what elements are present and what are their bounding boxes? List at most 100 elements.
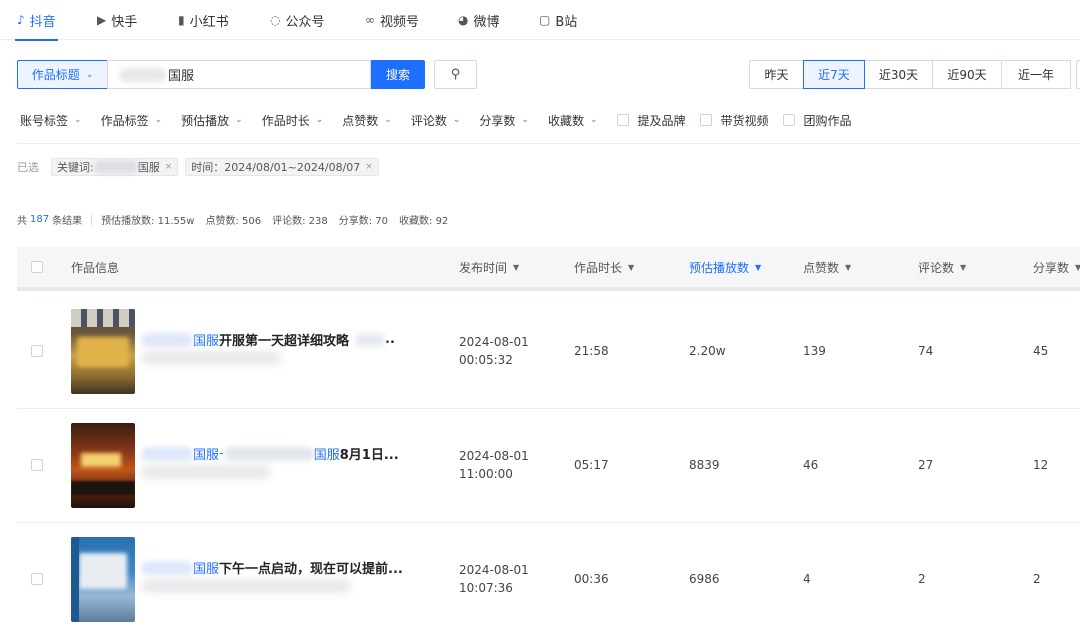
row-checkbox[interactable] bbox=[31, 345, 43, 357]
checkbox[interactable] bbox=[782, 114, 795, 126]
keyword-value: 国服 bbox=[137, 161, 160, 174]
col-likes[interactable]: 点赞数 ▼ bbox=[803, 247, 851, 287]
result-summary: 共 187 条结果 预估播放数: 11.55w 点赞数: 506 评论数: 23… bbox=[17, 212, 459, 227]
close-icon[interactable]: × bbox=[365, 162, 373, 172]
table-row[interactable]: 国服 - 国服 8月1日... 2024-08-01 11:00:00 05:1… bbox=[17, 409, 1080, 523]
publish-time: 10:07:36 bbox=[459, 581, 513, 595]
tab-kuaishou[interactable]: ▶ 快手 bbox=[97, 0, 137, 40]
select-all-checkbox[interactable] bbox=[31, 261, 43, 273]
wechat-official-icon: ◌ bbox=[270, 13, 281, 27]
tab-douyin[interactable]: ♪ 抖音 bbox=[15, 0, 58, 41]
sort-icon: ▼ bbox=[628, 262, 635, 272]
chevron-down-icon: ⌄ bbox=[521, 115, 529, 125]
search-field-select[interactable]: 作品标题 ⌄ bbox=[17, 60, 107, 89]
date-last-7-days[interactable]: 近7天 bbox=[803, 60, 865, 89]
filter-label: 评论数 bbox=[410, 113, 447, 128]
checkbox-group-buy[interactable]: 团购作品 bbox=[782, 112, 852, 129]
filter-work-tag[interactable]: 作品标签 ⌄ bbox=[101, 112, 163, 129]
col-label: 发布时间 bbox=[459, 260, 508, 275]
duration-cell: 05:17 bbox=[574, 458, 609, 472]
col-label: 评论数 bbox=[918, 260, 955, 275]
publish-time: 11:00:00 bbox=[459, 467, 513, 481]
filter-account-tag[interactable]: 账号标签 ⌄ bbox=[20, 112, 82, 129]
video-title[interactable]: 国服 - 国服 8月1日... bbox=[141, 444, 399, 463]
thumbnail-art bbox=[79, 553, 127, 589]
filter-favorites[interactable]: 收藏数 ⌄ bbox=[548, 112, 598, 129]
video-title[interactable]: 国服 下午一点启动，现在可以提前... bbox=[141, 558, 403, 577]
filter-label: 收藏数 bbox=[547, 113, 584, 128]
title-keyword: 国服 bbox=[193, 562, 220, 577]
close-icon[interactable]: × bbox=[165, 162, 173, 172]
table-header: 作品信息 发布时间 ▼ 作品时长 ▼ 预估播放数 ▼ 点赞数 ▼ 评论数 ▼ 分享数 ▼ bbox=[17, 247, 1080, 291]
row-checkbox[interactable] bbox=[31, 573, 43, 585]
chevron-down-icon: ⌄ bbox=[74, 115, 82, 125]
table-row[interactable]: 国服 开服第一天超详细攻略 .. 2024-08-01 00:05:32 21:… bbox=[17, 295, 1080, 409]
filter-shares[interactable]: 分享数 ⌄ bbox=[479, 112, 529, 129]
tab-label: 小红书 bbox=[189, 14, 229, 30]
table-row[interactable]: 国服 下午一点启动，现在可以提前... 2024-08-01 10:07:36 … bbox=[17, 523, 1080, 633]
publish-date: 2024-08-01 bbox=[459, 563, 529, 577]
plays-cell: 6986 bbox=[689, 572, 720, 586]
plays-cell: 8839 bbox=[689, 458, 720, 472]
search-button[interactable]: 搜索 bbox=[371, 60, 425, 89]
search-input[interactable]: 国服 bbox=[107, 60, 371, 89]
selected-filters: 已选 关键词: 国服 × 时间：2024/08/01~2024/08/07 × bbox=[17, 158, 386, 176]
date-last-90-days[interactable]: 近90天 bbox=[932, 60, 1002, 89]
filter-est-plays[interactable]: 预估播放 ⌄ bbox=[181, 112, 243, 129]
title-text: 下午一点启动，现在可以提前... bbox=[219, 562, 403, 577]
col-duration[interactable]: 作品时长 ▼ bbox=[574, 247, 634, 287]
thumbnail-art bbox=[81, 453, 121, 467]
chevron-down-icon: ⌄ bbox=[452, 115, 461, 125]
tab-channels[interactable]: ∞ 视频号 bbox=[365, 0, 419, 40]
filter-label: 账号标签 bbox=[20, 113, 69, 128]
tab-bilibili[interactable]: ▢ B站 bbox=[539, 0, 577, 40]
filter-comments[interactable]: 评论数 ⌄ bbox=[411, 112, 461, 129]
video-thumbnail[interactable] bbox=[71, 423, 135, 508]
checkbox-label: 带货视频 bbox=[720, 113, 769, 128]
plays-cell: 2.20w bbox=[689, 344, 726, 358]
title-keyword: 国服 bbox=[193, 334, 220, 349]
selected-label: 已选 bbox=[17, 161, 39, 174]
checkbox[interactable] bbox=[699, 114, 712, 126]
col-shares[interactable]: 分享数 ▼ bbox=[1033, 247, 1080, 287]
chevron-down-icon: ⌄ bbox=[154, 115, 163, 125]
channels-icon: ∞ bbox=[365, 13, 375, 27]
sort-icon: ▼ bbox=[755, 262, 762, 272]
redacted-text bbox=[120, 67, 166, 82]
ellipsis: .. bbox=[385, 332, 395, 347]
tab-weibo[interactable]: ◕ 微博 bbox=[458, 0, 500, 40]
shares-cell: 2 bbox=[1033, 572, 1041, 586]
row-checkbox[interactable] bbox=[31, 459, 43, 471]
video-thumbnail[interactable] bbox=[71, 537, 135, 622]
redacted-account bbox=[141, 465, 271, 479]
col-est-plays[interactable]: 预估播放数 ▼ bbox=[689, 247, 761, 287]
filter-duration[interactable]: 作品时长 ⌄ bbox=[262, 112, 324, 129]
col-comments[interactable]: 评论数 ▼ bbox=[918, 247, 966, 287]
keyword-prefix: 关键词: bbox=[57, 161, 94, 174]
custom-date-button[interactable] bbox=[1076, 60, 1080, 89]
advanced-filter-button[interactable]: ⚲ bbox=[434, 60, 477, 89]
checkbox-commerce[interactable]: 带货视频 bbox=[699, 112, 769, 129]
date-yesterday[interactable]: 昨天 bbox=[749, 60, 804, 89]
thumbnail-art bbox=[71, 481, 135, 495]
tab-xiaohongshu[interactable]: ▮ 小红书 bbox=[178, 0, 229, 40]
redacted-text bbox=[223, 446, 314, 461]
filter-label: 预估播放 bbox=[181, 113, 230, 128]
video-thumbnail[interactable] bbox=[71, 309, 135, 394]
col-label: 预估播放数 bbox=[689, 260, 750, 275]
redacted-text bbox=[141, 332, 193, 347]
keyword-tag: 关键词: 国服 × bbox=[51, 158, 179, 176]
filter-label: 点赞数 bbox=[342, 113, 379, 128]
date-last-30-days[interactable]: 近30天 bbox=[864, 60, 933, 89]
filter-likes[interactable]: 点赞数 ⌄ bbox=[342, 112, 392, 129]
checkbox[interactable] bbox=[616, 114, 629, 126]
publish-time: 00:05:32 bbox=[459, 353, 513, 367]
col-publish-time[interactable]: 发布时间 ▼ bbox=[459, 247, 519, 287]
date-last-year[interactable]: 近一年 bbox=[1001, 60, 1071, 89]
video-title[interactable]: 国服 开服第一天超详细攻略 .. bbox=[141, 330, 395, 349]
publish-date: 2024-08-01 bbox=[459, 449, 529, 463]
checkbox-brand[interactable]: 提及品牌 bbox=[616, 112, 686, 129]
tab-wechat-official[interactable]: ◌ 公众号 bbox=[270, 0, 325, 40]
search-query: 国服 bbox=[168, 69, 195, 84]
xiaohongshu-icon: ▮ bbox=[178, 13, 185, 27]
